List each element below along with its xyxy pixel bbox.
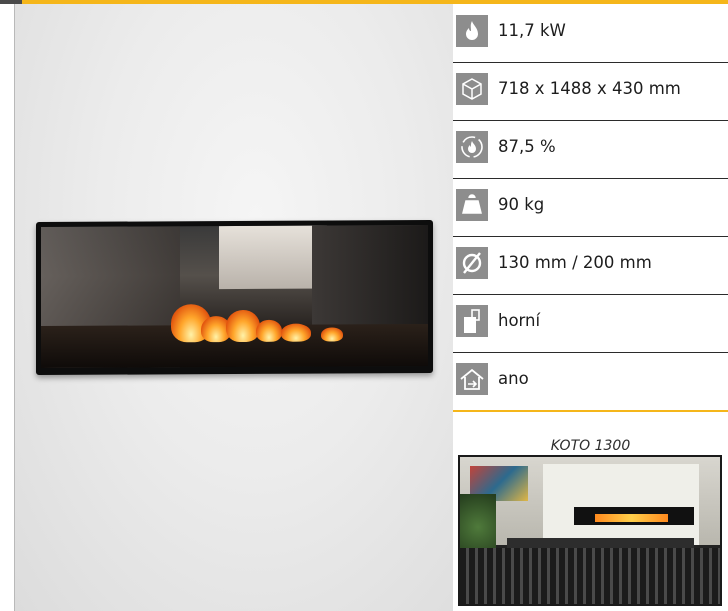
spec-row-weight: 90 kg [453,178,728,237]
spec-value: ano [498,369,529,388]
flame [281,323,311,342]
spec-row-flue-outlet: horní [453,294,728,353]
installation-thumbnail [458,455,722,606]
flame [226,309,260,342]
left-edge-strip [0,4,15,611]
model-name: KOTO 1300 [550,438,631,454]
specs-panel: 11,7 kW 718 x 1488 x 430 mm 87,5 % 90 kg… [453,4,728,611]
flue-outlet-icon [456,305,488,337]
spec-row-power: 11,7 kW [453,4,728,63]
thumb-wall [543,464,700,546]
fireplace-image [36,219,433,376]
thumb-flame [595,514,668,522]
spec-value: 87,5 % [498,137,556,156]
product-photo [15,4,453,611]
spec-value: 718 x 1488 x 430 mm [498,79,681,98]
spec-row-diameter: 130 mm / 200 mm [453,236,728,295]
home-icon [456,363,488,395]
spec-value: 90 kg [498,195,545,214]
efficiency-cycle-icon [456,131,488,163]
spec-row-efficiency: 87,5 % [453,120,728,179]
flame-icon [456,15,488,47]
dimensions-cube-icon [456,73,488,105]
flame [256,319,282,342]
spec-value: 11,7 kW [498,21,566,40]
spec-row-external-air: ano [453,352,728,412]
fireplace-glass [41,224,428,369]
spec-row-dimensions: 718 x 1488 x 430 mm [453,62,728,121]
fireplace-reflection-right [311,224,428,325]
spec-value: horní [498,311,541,330]
spec-value: 130 mm / 200 mm [498,253,652,272]
thumb-chairs [460,548,720,604]
diameter-icon [456,247,488,279]
weight-icon [456,189,488,221]
flame [321,327,343,342]
